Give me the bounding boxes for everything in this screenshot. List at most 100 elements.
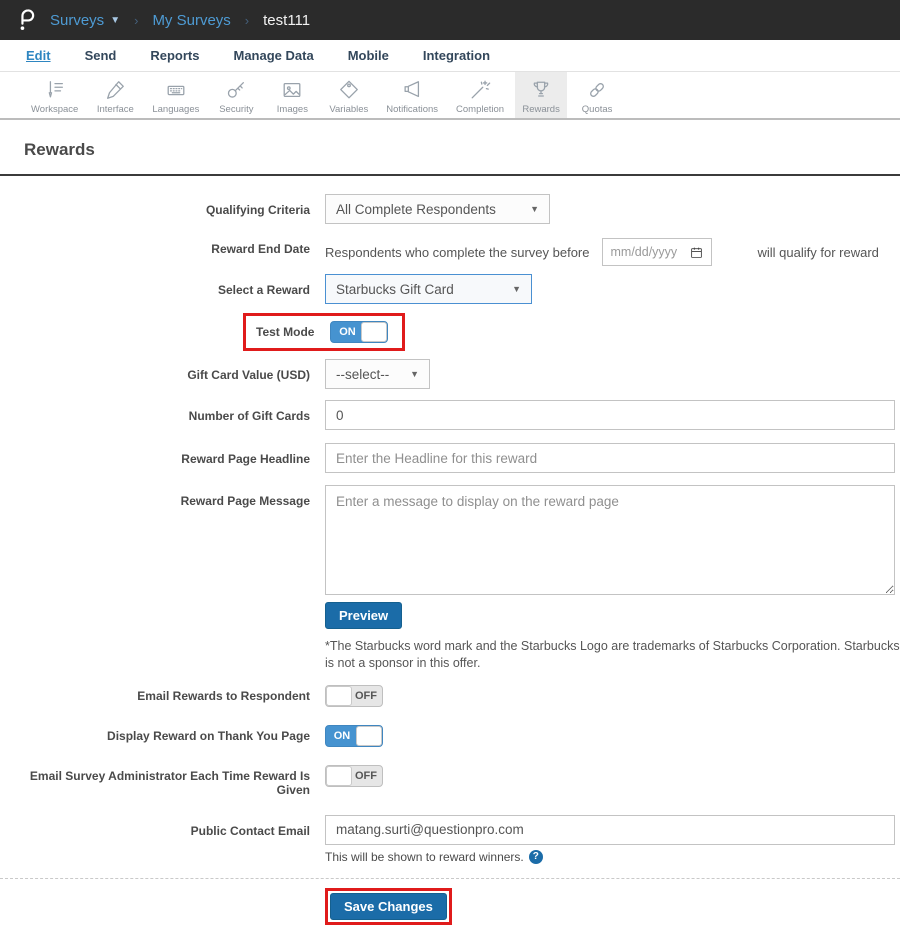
- toolbar-item-label: Languages: [152, 104, 200, 115]
- tab-reports[interactable]: Reports: [150, 48, 199, 63]
- toolbar-item-notifications[interactable]: Notifications: [379, 72, 445, 118]
- tab-integration[interactable]: Integration: [423, 48, 490, 63]
- gift-card-value-label: Gift Card Value (USD): [187, 368, 310, 382]
- save-changes-button[interactable]: Save Changes: [330, 892, 447, 920]
- top-header-bar: Surveys ▼ › My Surveys › test111: [0, 0, 900, 40]
- chevron-down-icon: ▼: [512, 284, 521, 294]
- toggle-knob: [356, 725, 382, 746]
- selected-value: Starbucks Gift Card: [336, 281, 454, 297]
- breadcrumb-surveys-label: Surveys: [50, 11, 105, 29]
- preview-button[interactable]: Preview: [325, 602, 403, 629]
- toolbar-item-completion[interactable]: Completion: [449, 72, 511, 118]
- toolbar-item-rewards[interactable]: Rewards: [515, 72, 568, 118]
- test-mode-highlight-box: Test Mode ON: [243, 313, 406, 351]
- toggle-state-label: ON: [333, 729, 351, 742]
- rewards-page: Rewards Qualifying Criteria All Complete…: [0, 120, 900, 925]
- toolbar-item-label: Rewards: [522, 104, 560, 115]
- page-title: Rewards: [24, 140, 95, 159]
- breadcrumb-my-surveys[interactable]: My Surveys: [152, 12, 230, 29]
- toggle-knob: [326, 685, 352, 706]
- toolbar-item-workspace[interactable]: Workspace: [24, 72, 85, 118]
- breadcrumb-separator: ›: [244, 12, 250, 28]
- qualifying-criteria-label: Qualifying Criteria: [205, 203, 310, 217]
- selected-value: --select--: [336, 366, 390, 382]
- reward-end-date-input[interactable]: mm/dd/yyyy: [601, 238, 712, 266]
- toolbar-item-label: Completion: [456, 104, 505, 115]
- keyboard-icon: [167, 85, 185, 96]
- key-icon: [228, 82, 245, 98]
- tab-edit[interactable]: Edit: [26, 48, 51, 63]
- toolbar-item-label: Workspace: [31, 104, 79, 115]
- questionpro-logo-icon[interactable]: [14, 7, 40, 33]
- display-reward-toggle[interactable]: ON: [325, 724, 383, 747]
- number-of-gift-cards-label: Number of Gift Cards: [188, 409, 310, 423]
- reward-end-date-label: Reward End Date: [211, 242, 310, 256]
- magic-wand-icon: [471, 80, 491, 99]
- toolbar-item-label: Security: [219, 104, 254, 115]
- gift-card-value-select[interactable]: --select-- ▼: [325, 359, 430, 389]
- email-rewards-label: Email Rewards to Respondent: [137, 688, 310, 703]
- toolbar-item-label: Images: [276, 104, 308, 115]
- test-mode-label: Test Mode: [256, 325, 315, 339]
- edit-toolbar: Workspace Interface Languages Security I…: [0, 72, 900, 120]
- tab-manage-data[interactable]: Manage Data: [233, 48, 313, 63]
- reward-page-headline-label: Reward Page Headline: [181, 452, 310, 466]
- toolbar-item-images[interactable]: Images: [266, 72, 318, 118]
- reward-end-date-suffix: will qualify for reward: [757, 244, 879, 260]
- email-admin-toggle[interactable]: OFF: [325, 764, 383, 787]
- email-admin-label: Email Survey Administrator Each Time Rew…: [29, 768, 310, 797]
- toolbar-item-label: Interface: [96, 104, 134, 115]
- select-reward-label: Select a Reward: [217, 283, 310, 297]
- date-placeholder: mm/dd/yyyy: [610, 245, 678, 259]
- email-rewards-toggle[interactable]: OFF: [325, 684, 383, 707]
- public-contact-email-input[interactable]: [325, 814, 895, 845]
- breadcrumb-surveys[interactable]: Surveys ▼: [50, 12, 120, 29]
- toolbar-item-languages[interactable]: Languages: [145, 72, 206, 118]
- chevron-down-icon: ▼: [410, 369, 419, 379]
- public-contact-email-label: Public Contact Email: [190, 823, 310, 838]
- reward-page-message-textarea[interactable]: [325, 485, 895, 595]
- breadcrumb-survey-name: test111: [263, 11, 311, 29]
- test-mode-toggle[interactable]: ON: [330, 321, 389, 343]
- tag-icon: [339, 80, 358, 99]
- pen-icon: [107, 81, 125, 99]
- toolbar-item-label: Quotas: [581, 104, 613, 115]
- breadcrumb-separator: ›: [134, 12, 139, 28]
- select-reward-select[interactable]: Starbucks Gift Card ▼: [325, 274, 532, 304]
- toolbar-item-label: Notifications: [386, 104, 439, 115]
- trophy-icon: [533, 81, 549, 97]
- tab-mobile[interactable]: Mobile: [348, 48, 389, 63]
- display-reward-label: Display Reward on Thank You Page: [107, 728, 310, 743]
- tab-navigation: Edit Send Reports Manage Data Mobile Int…: [0, 40, 900, 72]
- toolbar-item-security[interactable]: Security: [210, 72, 262, 118]
- toggle-state-label: OFF: [355, 689, 377, 702]
- tab-send[interactable]: Send: [85, 48, 117, 63]
- toggle-state-label: ON: [339, 326, 356, 338]
- toggle-state-label: OFF: [355, 769, 377, 782]
- toolbar-item-quotas[interactable]: Quotas: [571, 72, 623, 118]
- number-of-gift-cards-input[interactable]: [325, 400, 895, 430]
- qualifying-criteria-select[interactable]: All Complete Respondents ▼: [325, 194, 550, 224]
- toolbar-item-interface[interactable]: Interface: [89, 72, 141, 118]
- reward-page-message-label: Reward Page Message: [180, 494, 310, 508]
- chain-link-icon: [590, 83, 605, 97]
- rewards-form: Qualifying Criteria All Complete Respond…: [0, 176, 900, 925]
- toggle-knob: [326, 765, 352, 786]
- section-divider-dashed: [0, 877, 900, 879]
- toolbar-item-variables[interactable]: Variables: [322, 72, 375, 118]
- reward-page-headline-input[interactable]: [325, 443, 895, 473]
- image-icon: [283, 82, 301, 98]
- save-highlight-box: Save Changes: [325, 887, 452, 925]
- chevron-down-icon: ▼: [110, 14, 121, 26]
- selected-value: All Complete Respondents: [336, 201, 496, 217]
- starbucks-disclaimer-text: *The Starbucks word mark and the Starbuc…: [325, 639, 900, 670]
- chevron-down-icon: ▼: [530, 204, 539, 214]
- reward-end-date-prefix: Respondents who complete the survey befo…: [325, 244, 590, 260]
- public-email-helper-text: This will be shown to reward winners.: [325, 849, 524, 864]
- toolbar-item-label: Variables: [329, 104, 369, 115]
- help-icon[interactable]: ?: [528, 849, 543, 864]
- pen-list-icon: [48, 81, 63, 98]
- calendar-icon: [690, 247, 702, 258]
- megaphone-icon: [404, 81, 420, 98]
- toggle-knob: [361, 322, 388, 342]
